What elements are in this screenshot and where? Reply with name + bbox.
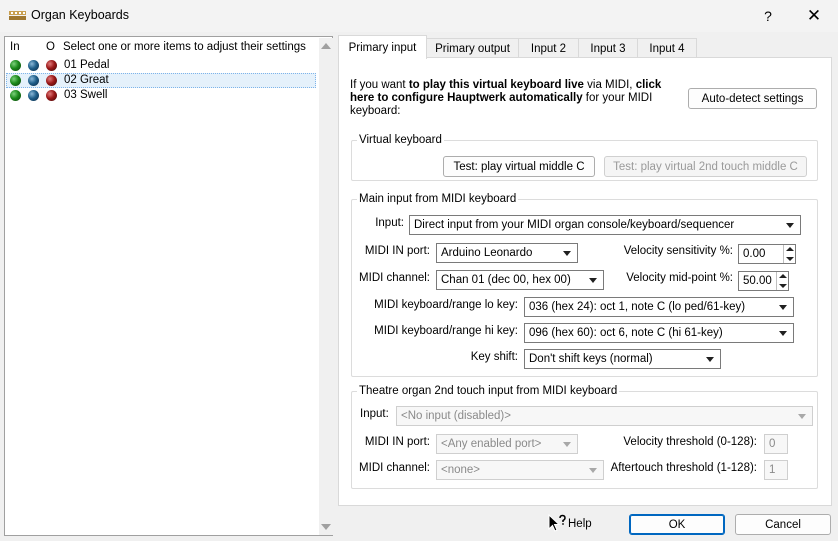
midi-in-port-label: MIDI IN port: (364, 245, 430, 257)
list-item-pedal[interactable]: 01 Pedal (6, 58, 316, 73)
key-shift-label: Key shift: (470, 351, 518, 363)
velocity-threshold-value[interactable]: 0 (769, 438, 775, 450)
channel-status-icon (28, 90, 39, 101)
theatre-input-group-title: Theatre organ 2nd touch input from MIDI … (357, 385, 620, 397)
list-item-great[interactable]: 02 Great (6, 73, 316, 88)
column-header-description[interactable]: Select one or more items to adjust their… (63, 41, 306, 53)
list-item-label: 02 Great (64, 74, 109, 86)
velocity-sensitivity-spinner[interactable]: 0.00 (738, 244, 796, 264)
virtual-keyboard-group-title: Virtual keyboard (357, 134, 444, 146)
column-header-in[interactable]: In (10, 41, 20, 53)
theatre-midi-in-port-select[interactable]: <Any enabled port> (436, 434, 578, 454)
hi-key-label: MIDI keyboard/range hi key: (374, 325, 518, 337)
spinner-arrows-icon[interactable] (776, 272, 788, 290)
velocity-sensitivity-label: Velocity sensitivity %: (623, 245, 733, 257)
column-header-out[interactable]: O (46, 41, 55, 53)
midi-in-port-select[interactable]: Arduino Leonardo (436, 243, 578, 263)
tab-input-4[interactable]: Input 4 (637, 38, 697, 58)
output-status-icon (46, 60, 57, 71)
velocity-sensitivity-value[interactable]: 0.00 (743, 248, 765, 260)
title-help-button[interactable]: ? (746, 0, 790, 32)
tab-primary-output[interactable]: Primary output (426, 38, 519, 58)
output-status-icon (46, 90, 57, 101)
auto-detect-button[interactable]: Auto-detect settings (688, 88, 817, 109)
velocity-threshold-spinner[interactable]: 0 (764, 434, 788, 454)
tab-input-2[interactable]: Input 2 (518, 38, 579, 58)
title-bar: Organ Keyboards ? ✕ (0, 0, 838, 32)
keyboard-list[interactable]: In O Select one or more items to adjust … (4, 36, 333, 536)
window-title: Organ Keyboards (31, 8, 129, 22)
help-button[interactable]: Help (568, 518, 592, 530)
auto-configure-link[interactable]: If you want to play this virtual keyboar… (350, 79, 680, 118)
tab-input-3[interactable]: Input 3 (578, 38, 638, 58)
scroll-down-icon[interactable] (321, 524, 331, 530)
velocity-threshold-label: Velocity threshold (0-128): (623, 436, 757, 448)
theatre-input-label: Input: (360, 408, 389, 420)
velocity-midpoint-spinner[interactable]: 50.00 (738, 271, 789, 291)
midi-channel-label: MIDI channel: (359, 272, 430, 284)
test-middle-c-button[interactable]: Test: play virtual middle C (443, 156, 595, 177)
theatre-midi-channel-label: MIDI channel: (359, 462, 430, 474)
input-status-icon (10, 75, 21, 86)
spinner-arrows-icon[interactable] (783, 245, 795, 263)
list-item-swell[interactable]: 03 Swell (6, 88, 316, 103)
help-cursor-icon (548, 514, 566, 532)
cancel-button[interactable]: Cancel (735, 514, 831, 535)
aftertouch-threshold-value[interactable]: 1 (769, 464, 775, 476)
tab-primary-input[interactable]: Primary input (338, 35, 427, 59)
channel-status-icon (28, 75, 39, 86)
list-item-label: 01 Pedal (64, 59, 110, 71)
hi-key-select[interactable]: 096 (hex 60): oct 6, note C (hi 61-key) (524, 323, 794, 343)
organ-app-icon (9, 11, 26, 20)
test-2nd-touch-middle-c-button[interactable]: Test: play virtual 2nd touch middle C (604, 156, 807, 177)
list-item-label: 03 Swell (64, 89, 108, 101)
input-status-icon (10, 90, 21, 101)
input-select[interactable]: Direct input from your MIDI organ consol… (409, 215, 801, 235)
input-status-icon (10, 60, 21, 71)
theatre-midi-channel-select[interactable]: <none> (436, 460, 604, 480)
lo-key-select[interactable]: 036 (hex 24): oct 1, note C (lo ped/61-k… (524, 297, 794, 317)
channel-status-icon (28, 60, 39, 71)
key-shift-select[interactable]: Don't shift keys (normal) (524, 349, 721, 369)
scroll-up-icon[interactable] (321, 43, 331, 49)
main-input-group-title: Main input from MIDI keyboard (357, 193, 519, 205)
input-label: Input: (375, 217, 404, 229)
list-scrollbar[interactable] (319, 38, 333, 535)
theatre-midi-in-port-label: MIDI IN port: (364, 436, 430, 448)
aftertouch-threshold-spinner[interactable]: 1 (764, 460, 788, 480)
midi-channel-select[interactable]: Chan 01 (dec 00, hex 00) (436, 270, 604, 290)
close-button[interactable]: ✕ (792, 0, 836, 32)
output-status-icon (46, 75, 57, 86)
lo-key-label: MIDI keyboard/range lo key: (374, 299, 518, 311)
theatre-input-select[interactable]: <No input (disabled)> (396, 406, 813, 426)
velocity-midpoint-value[interactable]: 50.00 (743, 275, 772, 287)
aftertouch-threshold-label: Aftertouch threshold (1-128): (610, 462, 757, 474)
velocity-midpoint-label: Velocity mid-point %: (626, 272, 733, 284)
ok-button[interactable]: OK (629, 514, 725, 535)
